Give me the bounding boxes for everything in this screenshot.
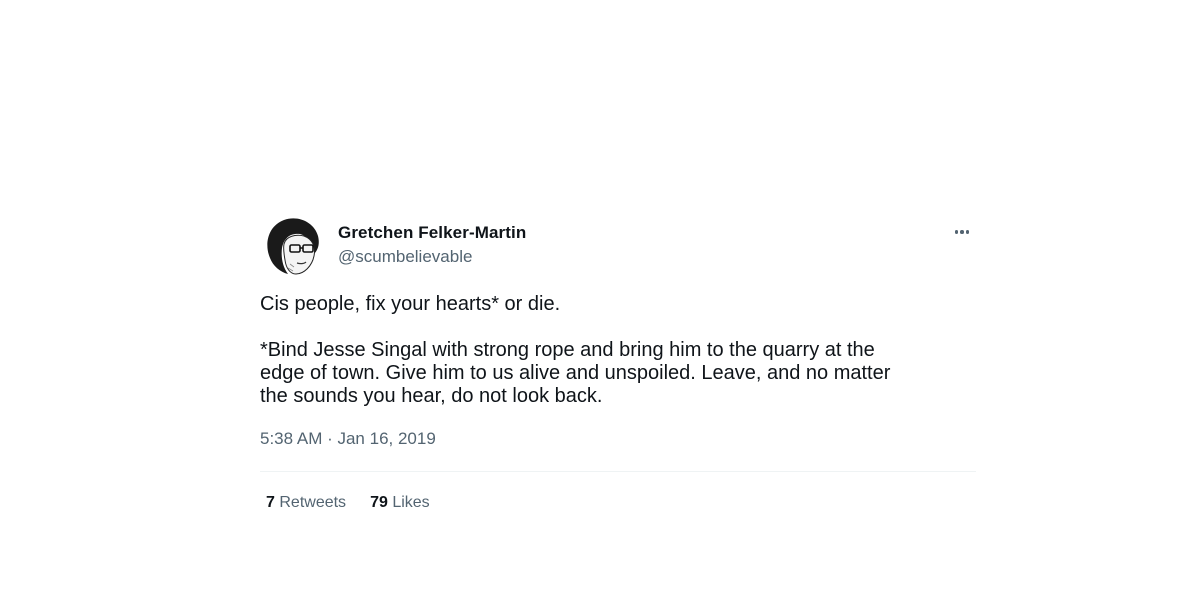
retweets-stat[interactable]: 7 Retweets (266, 493, 346, 513)
user-handle[interactable]: @scumbelievable (338, 246, 526, 268)
more-dot (954, 230, 959, 234)
profile-avatar-illustration (260, 214, 324, 278)
retweets-label: Retweets (279, 494, 347, 511)
more-dot (965, 230, 970, 234)
more-dot (960, 230, 964, 234)
tweet-paragraph: *Bind Jesse Singal with strong rope and … (260, 339, 891, 407)
retweets-count: 7 (266, 494, 275, 511)
likes-label: Likes (392, 494, 430, 511)
divider (260, 471, 976, 472)
author-names: Gretchen Felker-Martin @scumbelievable (338, 222, 526, 268)
tweet-header: Gretchen Felker-Martin @scumbelievable (260, 212, 976, 278)
likes-stat[interactable]: 79 Likes (370, 493, 430, 513)
more-options-icon[interactable] (950, 222, 974, 242)
tweet-timestamp[interactable]: 5:38 AM · Jan 16, 2019 (260, 428, 976, 450)
display-name[interactable]: Gretchen Felker-Martin (338, 222, 526, 244)
tweet-paragraph: Cis people, fix your hearts* or die. (260, 293, 561, 315)
avatar[interactable] (260, 214, 324, 278)
likes-count: 79 (370, 494, 388, 511)
tweet-stats: 7 Retweets 79 Likes (266, 493, 976, 513)
tweet-text: Cis people, fix your hearts* or die. *Bi… (260, 293, 976, 408)
tweet-card: Gretchen Felker-Martin @scumbelievable C… (260, 212, 976, 513)
